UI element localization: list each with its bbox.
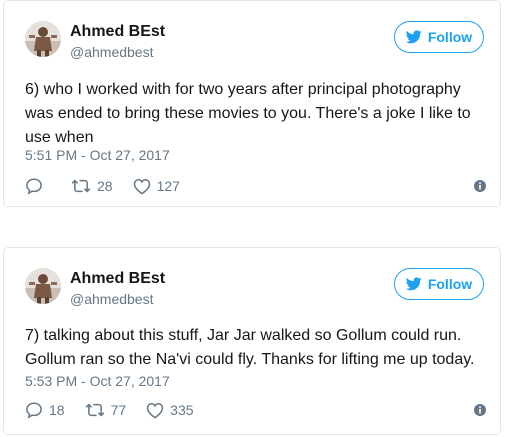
- info-icon[interactable]: [474, 180, 486, 192]
- author-name[interactable]: Ahmed BEst: [70, 270, 165, 288]
- tweet-feed: Ahmed BEst @ahmedbest Follow 6) who I wo…: [0, 0, 508, 437]
- follow-label: Follow: [427, 29, 473, 45]
- reply-count: 18: [49, 402, 65, 418]
- retweet-count: 77: [110, 402, 127, 418]
- retweet-icon: [71, 178, 91, 194]
- reply-icon: [25, 177, 43, 195]
- follow-button[interactable]: Follow: [394, 268, 484, 300]
- author-handle[interactable]: @ahmedbest: [70, 44, 153, 60]
- reply-icon: [25, 401, 43, 419]
- author-name[interactable]: Ahmed BEst: [70, 23, 165, 41]
- tweet-timestamp[interactable]: 5:51 PM - Oct 27, 2017: [25, 147, 170, 163]
- follow-button[interactable]: Follow: [394, 21, 484, 53]
- like-count: 335: [170, 402, 194, 418]
- heart-icon: [146, 402, 164, 419]
- retweet-count: 28: [97, 178, 113, 194]
- tweet-timestamp[interactable]: 5:53 PM - Oct 27, 2017: [25, 373, 170, 389]
- author-handle[interactable]: @ahmedbest: [70, 291, 153, 307]
- like-button[interactable]: 335: [146, 402, 194, 419]
- twitter-bird-icon: [405, 277, 422, 291]
- twitter-bird-icon: [405, 30, 422, 44]
- tweet-text: 6) who I worked with for two years after…: [25, 81, 471, 146]
- avatar[interactable]: [25, 268, 61, 304]
- retweet-button[interactable]: 77: [85, 402, 127, 418]
- reply-button[interactable]: [25, 177, 49, 195]
- tweet-card[interactable]: Ahmed BEst @ahmedbest Follow 7) talking …: [3, 247, 501, 435]
- reply-button[interactable]: 18: [25, 401, 65, 419]
- retweet-icon: [85, 402, 105, 418]
- like-button[interactable]: 127: [133, 178, 180, 195]
- info-icon[interactable]: [474, 404, 486, 416]
- heart-icon: [133, 178, 151, 195]
- avatar[interactable]: [25, 21, 61, 57]
- tweet-actions: 28 127: [25, 175, 486, 197]
- tweet-actions: 18 77 335: [25, 399, 486, 421]
- retweet-button[interactable]: 28: [71, 178, 113, 194]
- like-count: 127: [156, 178, 180, 194]
- follow-label: Follow: [427, 276, 473, 292]
- tweet-card[interactable]: Ahmed BEst @ahmedbest Follow 6) who I wo…: [3, 0, 501, 207]
- tweet-text: 7) talking about this stuff, Jar Jar wal…: [25, 327, 475, 368]
